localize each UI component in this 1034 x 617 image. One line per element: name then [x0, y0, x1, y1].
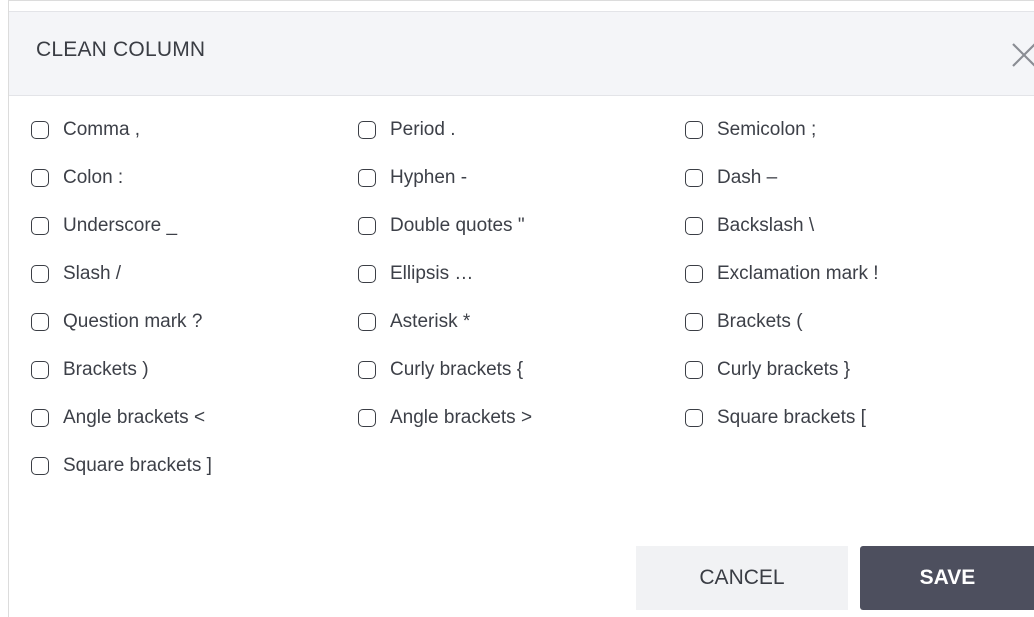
option-checkbox-item[interactable]: Brackets ( [685, 306, 803, 338]
option-checkbox-item[interactable]: Curly brackets { [358, 354, 523, 386]
checkbox[interactable] [31, 457, 49, 475]
checkbox[interactable] [685, 313, 703, 331]
checkbox[interactable] [31, 265, 49, 283]
checkbox[interactable] [358, 361, 376, 379]
dialog-header: CLEAN COLUMN [9, 11, 1034, 96]
option-label: Curly brackets } [717, 359, 851, 380]
option-label: Comma , [63, 119, 141, 140]
option-label: Asterisk * [390, 311, 471, 332]
option-checkbox-item[interactable]: Comma , [31, 114, 140, 146]
save-button[interactable]: SAVE [860, 546, 1034, 610]
option-checkbox-item[interactable]: Ellipsis … [358, 258, 473, 290]
option-label: Double quotes " [390, 215, 525, 236]
cancel-button[interactable]: CANCEL [636, 546, 848, 610]
option-label: Brackets ( [717, 311, 803, 332]
checkbox[interactable] [31, 409, 49, 427]
option-label: Exclamation mark ! [717, 263, 879, 284]
option-label: Angle brackets < [63, 407, 206, 428]
option-checkbox-item[interactable]: Asterisk * [358, 306, 470, 338]
option-label: Period . [390, 119, 456, 140]
checkbox[interactable] [358, 169, 376, 187]
checkbox[interactable] [685, 217, 703, 235]
option-label: Ellipsis … [390, 263, 474, 284]
checkbox[interactable] [685, 169, 703, 187]
checkbox[interactable] [31, 169, 49, 187]
close-icon[interactable] [1009, 40, 1034, 70]
option-label: Square brackets ] [63, 455, 212, 476]
option-checkbox-item[interactable]: Question mark ? [31, 306, 202, 338]
option-checkbox-item[interactable]: Brackets ) [31, 354, 149, 386]
option-checkbox-item[interactable]: Angle brackets < [31, 402, 205, 434]
option-label: Angle brackets > [390, 407, 533, 428]
option-label: Brackets ) [63, 359, 149, 380]
option-label: Colon : [63, 167, 124, 188]
option-checkbox-item[interactable]: Angle brackets > [358, 402, 532, 434]
option-checkbox-item[interactable]: Colon : [31, 162, 123, 194]
clean-column-dialog: CLEAN COLUMN Comma , Period . Semicolon ; C… [8, 0, 1034, 617]
checkbox[interactable] [358, 217, 376, 235]
option-label: Underscore _ [63, 215, 178, 236]
option-checkbox-item[interactable]: Curly brackets } [685, 354, 850, 386]
checkbox[interactable] [31, 217, 49, 235]
option-checkbox-item[interactable]: Square brackets [ [685, 402, 866, 434]
option-checkbox-item[interactable]: Slash / [31, 258, 121, 290]
option-label: Slash / [63, 263, 122, 284]
option-label: Backslash \ [717, 215, 815, 236]
option-checkbox-item[interactable]: Square brackets ] [31, 450, 212, 482]
checkbox[interactable] [685, 361, 703, 379]
option-checkbox-item[interactable]: Hyphen - [358, 162, 467, 194]
checkbox[interactable] [358, 265, 376, 283]
option-label: Dash – [717, 167, 778, 188]
option-checkbox-item[interactable]: Period . [358, 114, 455, 146]
option-checkbox-item[interactable]: Underscore _ [31, 210, 177, 242]
checkbox[interactable] [685, 409, 703, 427]
option-label: Square brackets [ [717, 407, 866, 428]
checkbox[interactable] [358, 313, 376, 331]
option-label: Hyphen - [390, 167, 468, 188]
option-checkbox-item[interactable]: Dash – [685, 162, 777, 194]
checkbox[interactable] [31, 121, 49, 139]
checkbox[interactable] [685, 121, 703, 139]
option-checkbox-item[interactable]: Semicolon ; [685, 114, 816, 146]
dialog-title: CLEAN COLUMN [36, 38, 206, 61]
checkbox[interactable] [358, 409, 376, 427]
option-checkbox-item[interactable]: Exclamation mark ! [685, 258, 879, 290]
option-label: Semicolon ; [717, 119, 817, 140]
checkbox[interactable] [358, 121, 376, 139]
option-checkbox-item[interactable]: Backslash \ [685, 210, 814, 242]
option-checkbox-item[interactable]: Double quotes " [358, 210, 525, 242]
option-label: Question mark ? [63, 311, 203, 332]
checkbox[interactable] [685, 265, 703, 283]
checkbox[interactable] [31, 313, 49, 331]
checkbox[interactable] [31, 361, 49, 379]
option-label: Curly brackets { [390, 359, 524, 380]
